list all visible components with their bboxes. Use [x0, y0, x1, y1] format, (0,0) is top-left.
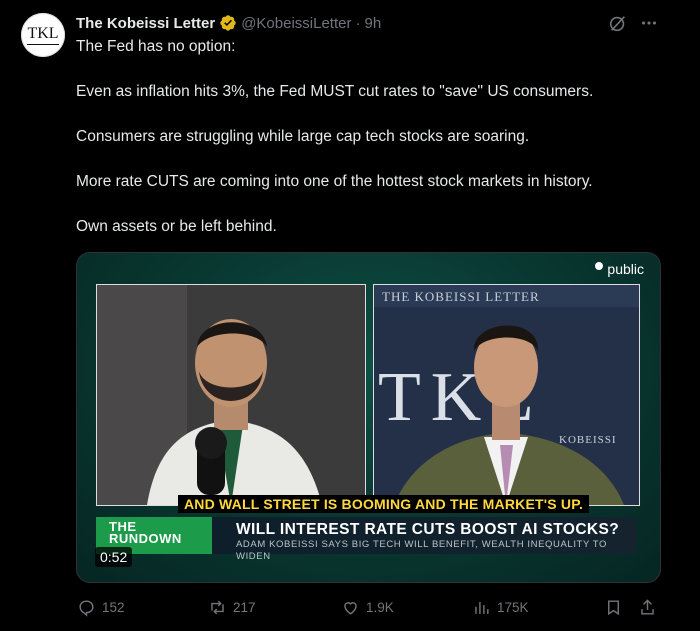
public-brand: public	[595, 261, 644, 277]
reply-count: 152	[102, 599, 125, 615]
brand-label: public	[607, 261, 644, 277]
video-headline: WILL INTEREST RATE CUTS BOOST AI STOCKS?	[236, 521, 620, 538]
avatar[interactable]: TKL	[21, 13, 65, 57]
repost-icon	[211, 600, 224, 614]
tweet-paragraph: Own assets or be left behind.	[76, 218, 277, 235]
post-time[interactable]: 9h	[364, 15, 381, 32]
headline-box: WILL INTEREST RATE CUTS BOOST AI STOCKS?…	[212, 517, 637, 562]
show-logo-line2: RUNDOWN	[109, 531, 182, 546]
author-handle[interactable]: @KobeissiLetter	[241, 15, 351, 32]
tweet-paragraph: The Fed has no option:	[76, 38, 236, 55]
bookmark-button[interactable]	[604, 596, 623, 618]
avatar-text: TKL	[27, 25, 59, 45]
repost-button[interactable]: 217	[208, 596, 256, 618]
guest-person-icon	[97, 285, 365, 505]
reply-button[interactable]: 152	[77, 596, 125, 618]
like-count: 1.9K	[366, 599, 394, 615]
tweet: TKL The Kobeissi Letter @KobeissiLetter …	[0, 0, 700, 631]
share-icon	[641, 598, 654, 615]
separator-dot: ·	[355, 14, 361, 32]
more-icon[interactable]	[638, 12, 660, 34]
repost-count: 217	[233, 599, 256, 615]
host-person-icon: THE KOBEISSI LETTER TKL KOBEISSI	[374, 285, 639, 505]
author-name[interactable]: The Kobeissi Letter	[76, 15, 215, 32]
action-bar: 152 217 1.9K 175K	[0, 596, 700, 618]
views-icon	[475, 601, 489, 614]
tweet-paragraph: More rate CUTS are coming into one of th…	[76, 173, 593, 190]
backdrop-lower-text: KOBEISSI	[559, 434, 617, 446]
lower-third: THE RUNDOWN WILL INTEREST RATE CUTS BOOS…	[96, 517, 637, 562]
grok-icon[interactable]	[607, 12, 629, 34]
video-timecode: 0:52	[95, 547, 133, 567]
tweet-paragraph: Consumers are struggling while large cap…	[76, 128, 530, 145]
guest-video-frame	[96, 284, 366, 506]
tweet-header: The Kobeissi Letter @KobeissiLetter · 9h	[76, 12, 381, 34]
like-button[interactable]: 1.9K	[341, 596, 394, 618]
bookmark-icon	[608, 599, 619, 615]
public-logo-icon	[595, 262, 604, 270]
tweet-paragraph: Even as inflation hits 3%, the Fed MUST …	[76, 83, 594, 100]
video-caption: AND WALL STREET IS BOOMING AND THE MARKE…	[178, 495, 590, 513]
host-video-frame: THE KOBEISSI LETTER TKL KOBEISSI	[373, 284, 640, 506]
video-player[interactable]: public THE KOBEISSI LETTER TKL KOBEISSI …	[76, 252, 661, 583]
views-count: 175K	[497, 599, 529, 615]
video-subline: ADAM KOBEISSI SAYS BIG TECH WILL BENEFIT…	[236, 539, 608, 562]
tweet-text: The Fed has no option: Even as inflation…	[76, 36, 676, 261]
views-button[interactable]: 175K	[472, 596, 529, 618]
verified-badge-icon[interactable]	[219, 14, 237, 32]
like-icon	[344, 601, 357, 615]
reply-icon	[79, 599, 94, 617]
backdrop-banner-text: THE KOBEISSI LETTER	[382, 289, 540, 304]
share-button[interactable]	[638, 596, 657, 618]
